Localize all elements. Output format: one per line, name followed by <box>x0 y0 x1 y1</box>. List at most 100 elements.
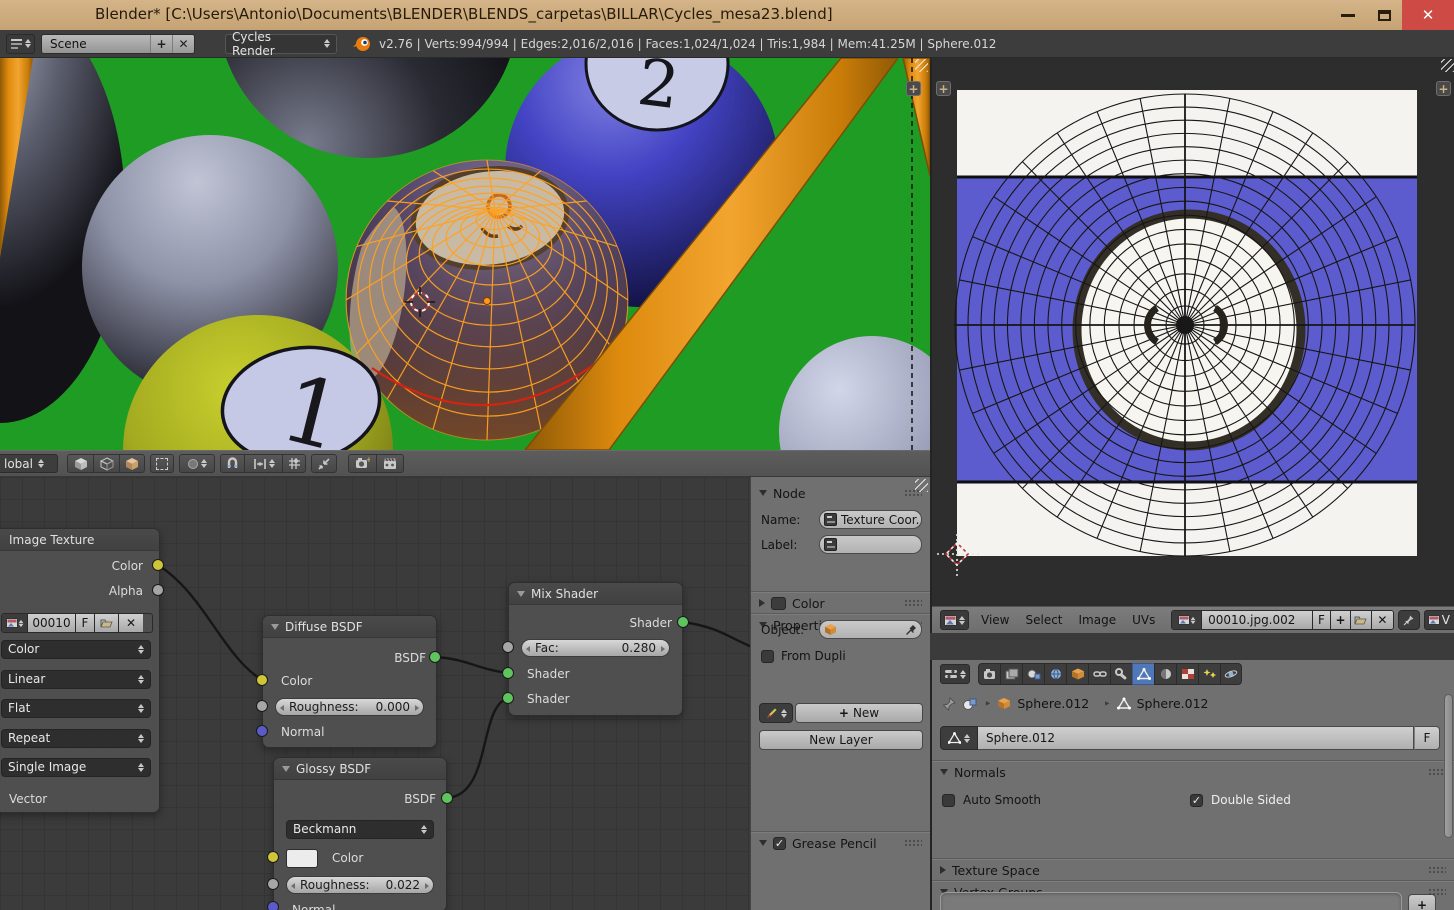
socket-glossy-bsdf-out[interactable] <box>441 792 453 804</box>
render-engine-select[interactable]: Cycles Render <box>225 30 337 58</box>
snap-target-button[interactable] <box>282 454 306 473</box>
image-browse-button[interactable] <box>2 614 28 632</box>
open-image-button[interactable] <box>95 614 119 632</box>
pin-button[interactable] <box>1397 610 1420 630</box>
expand-region-button[interactable]: + <box>936 81 951 96</box>
object-field[interactable] <box>819 620 922 639</box>
roughness-slider[interactable]: Roughness: 0.000 <box>275 698 424 716</box>
close-button[interactable]: ✕ <box>1402 0 1454 30</box>
node-image-texture[interactable]: Image Texture Color Alpha 00010 F ✕ Colo… <box>0 528 160 813</box>
minimize-button[interactable] <box>1332 0 1364 30</box>
from-dupli-checkbox[interactable] <box>761 649 774 663</box>
collapse-icon[interactable] <box>271 623 279 630</box>
unlink-image-button[interactable]: ✕ <box>1372 611 1393 629</box>
node-header[interactable]: Mix Shader <box>509 583 682 605</box>
gp-new-button[interactable]: + New <box>795 703 923 723</box>
opengl-render-anim-button[interactable] <box>376 454 404 473</box>
new-image-button[interactable]: + <box>1331 611 1351 629</box>
node-section-header[interactable]: Node <box>751 483 930 503</box>
display-mode-button[interactable]: V <box>1423 610 1454 630</box>
fake-user-button[interactable]: F <box>76 614 95 632</box>
color-space-select[interactable]: Color <box>1 639 151 659</box>
grease-pencil-checkbox[interactable]: ✓ <box>773 836 786 850</box>
open-image-button[interactable] <box>1350 611 1373 629</box>
texture-space-section-header[interactable]: Texture Space <box>932 860 1454 880</box>
tab-particles[interactable] <box>1198 663 1220 685</box>
image-datablock[interactable]: 00010 F ✕ <box>1 613 153 633</box>
uv-image-editor[interactable]: + + View Select Image UVs 00010.jpg.002 … <box>930 58 1454 633</box>
socket-diffuse-bsdf-out[interactable] <box>429 651 441 663</box>
socket-glossy-roughness-in[interactable] <box>267 878 279 890</box>
editor-type-button[interactable] <box>940 610 969 630</box>
vertex-groups-list[interactable] <box>940 892 1402 910</box>
scene-selector[interactable]: Scene + ✕ <box>41 33 195 54</box>
socket-diffuse-roughness-in[interactable] <box>256 700 268 712</box>
panel-grip-icon[interactable] <box>904 599 922 607</box>
tab-physics[interactable] <box>1220 663 1242 685</box>
opengl-render-image-button[interactable]: + <box>348 454 376 473</box>
node-label-field[interactable] <box>819 535 922 554</box>
node-diffuse-bsdf[interactable]: Diffuse BSDF BSDF Color Roughness: 0.000… <box>262 615 437 748</box>
roughness-slider[interactable]: Roughness: 0.022 <box>286 876 434 894</box>
snap-volume-button[interactable] <box>150 454 174 473</box>
breadcrumb-data[interactable]: Sphere.012 <box>1137 696 1209 711</box>
fake-user-button[interactable]: F <box>1312 611 1332 629</box>
editor-type-button[interactable] <box>940 664 970 684</box>
panel-grip-icon[interactable] <box>904 839 922 847</box>
delete-scene-button[interactable]: ✕ <box>172 34 194 53</box>
menu-select[interactable]: Select <box>1019 613 1068 627</box>
expand-region-button[interactable]: + <box>1436 81 1451 96</box>
fake-user-button[interactable]: F <box>1414 726 1440 750</box>
socket-diffuse-color-in[interactable] <box>256 674 268 686</box>
socket-mix-shader2-in[interactable] <box>502 692 514 704</box>
gp-datablock-button[interactable] <box>759 703 793 723</box>
extension-select[interactable]: Repeat <box>1 728 151 748</box>
color-section-header[interactable]: Color <box>751 593 930 613</box>
collapse-icon[interactable] <box>517 590 525 597</box>
mesh-browse-button[interactable] <box>940 726 978 750</box>
socket-mix-fac-in[interactable] <box>502 641 514 653</box>
node-header[interactable]: Image Texture <box>0 529 159 551</box>
tab-object-data[interactable] <box>1132 663 1154 685</box>
add-vertex-group-button[interactable]: + <box>1408 894 1436 910</box>
distribution-select[interactable]: Beckmann <box>286 819 434 839</box>
expand-region-button[interactable]: + <box>906 81 921 96</box>
menu-uvs[interactable]: UVs <box>1126 613 1161 627</box>
socket-alpha-out[interactable] <box>152 584 164 596</box>
corner-resize-grip[interactable] <box>1441 59 1454 72</box>
scene-icon[interactable] <box>962 697 978 711</box>
projection-select[interactable]: Flat <box>1 698 151 718</box>
from-dupli-row[interactable]: From Dupli <box>761 649 846 663</box>
editor-type-button[interactable] <box>6 33 35 54</box>
snap-element-select[interactable] <box>244 454 282 473</box>
new-layer-button[interactable]: New Layer <box>759 730 923 750</box>
color-swatch[interactable] <box>771 596 786 610</box>
collapse-icon[interactable] <box>282 765 290 772</box>
manipulator-rotate-button[interactable] <box>93 454 119 473</box>
tab-texture[interactable] <box>1176 663 1198 685</box>
node-editor[interactable]: Image Texture Color Alpha 00010 F ✕ Colo… <box>0 477 930 910</box>
image-source-select[interactable]: Single Image <box>1 757 151 777</box>
snap-toggle-button[interactable] <box>220 454 244 473</box>
tab-constraints[interactable] <box>1088 663 1110 685</box>
node-header[interactable]: Diffuse BSDF <box>263 616 436 638</box>
node-mix-shader[interactable]: Mix Shader Shader Fac: 0.280 Shader Shad… <box>508 582 683 716</box>
manipulate-center-points-button[interactable] <box>311 454 337 473</box>
image-browse-button[interactable] <box>1172 611 1203 629</box>
viewport-3d[interactable]: 2 1 + <box>0 58 930 450</box>
socket-glossy-color-in[interactable] <box>267 851 279 863</box>
node-name-field[interactable]: Texture Coor... <box>819 510 922 529</box>
tab-material[interactable] <box>1154 663 1176 685</box>
tab-render-layers[interactable] <box>1000 663 1022 685</box>
normals-section-header[interactable]: Normals <box>932 762 1454 782</box>
node-header[interactable]: Glossy BSDF <box>274 758 446 780</box>
double-sided-checkbox[interactable]: ✓ <box>1190 793 1203 807</box>
manipulator-scale-button[interactable] <box>119 454 145 473</box>
interpolation-select[interactable]: Linear <box>1 669 151 689</box>
socket-glossy-normal-in[interactable] <box>267 901 279 910</box>
tab-render[interactable] <box>978 663 1000 685</box>
auto-smooth-checkbox[interactable] <box>942 793 955 807</box>
menu-view[interactable]: View <box>975 613 1015 627</box>
socket-color-out[interactable] <box>152 559 164 571</box>
socket-diffuse-normal-in[interactable] <box>256 725 268 737</box>
